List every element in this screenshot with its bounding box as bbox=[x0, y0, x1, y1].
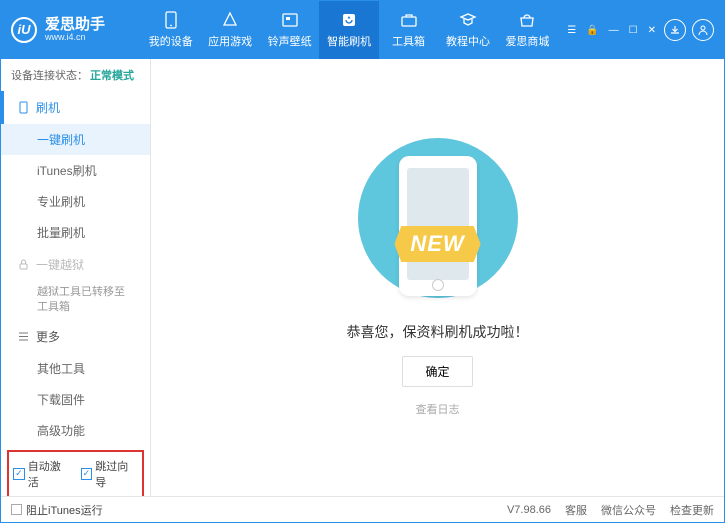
download-button[interactable] bbox=[664, 19, 686, 41]
sidebar: 设备连接状态： 正常模式 刷机 一键刷机 iTunes刷机 专业刷机 批量刷机 … bbox=[1, 59, 151, 496]
tutorial-icon bbox=[459, 11, 477, 29]
connection-label: 设备连接状态： bbox=[11, 67, 88, 83]
nav-toolbox[interactable]: 工具箱 bbox=[379, 1, 438, 59]
app-url: www.i4.cn bbox=[45, 33, 105, 43]
sidebar-item-itunes-flash[interactable]: iTunes刷机 bbox=[1, 155, 150, 186]
nav-my-device[interactable]: 我的设备 bbox=[141, 1, 200, 59]
wechat-link[interactable]: 微信公众号 bbox=[601, 502, 656, 518]
nav-label: 铃声壁纸 bbox=[268, 33, 312, 49]
nav-store[interactable]: 爱思商城 bbox=[498, 1, 557, 59]
section-label: 刷机 bbox=[36, 99, 60, 116]
maximize-button[interactable]: ☐ bbox=[627, 23, 640, 38]
lock-icon[interactable]: 🔒 bbox=[584, 23, 600, 38]
app-title: 爱思助手 bbox=[45, 17, 105, 34]
nav-apps-games[interactable]: 应用游戏 bbox=[200, 1, 259, 59]
checkbox-label: 跳过向导 bbox=[95, 458, 138, 490]
section-label: 一键越狱 bbox=[36, 256, 84, 273]
jailbreak-note: 越狱工具已转移至 工具箱 bbox=[1, 281, 150, 320]
device-icon bbox=[162, 11, 180, 29]
new-banner: NEW bbox=[394, 226, 480, 262]
app-window: iU 爱思助手 www.i4.cn 我的设备 应用游戏 铃声壁纸 智能刷机 bbox=[0, 0, 725, 523]
nav-label: 我的设备 bbox=[149, 33, 193, 49]
nav-label: 教程中心 bbox=[446, 33, 490, 49]
sidebar-section-jailbreak: 一键越狱 bbox=[1, 248, 150, 281]
nav-ringtone-wallpaper[interactable]: 铃声壁纸 bbox=[260, 1, 319, 59]
body: 设备连接状态： 正常模式 刷机 一键刷机 iTunes刷机 专业刷机 批量刷机 … bbox=[1, 59, 724, 496]
download-icon bbox=[669, 24, 681, 36]
user-button[interactable] bbox=[692, 19, 714, 41]
connection-mode: 正常模式 bbox=[90, 67, 134, 83]
flash-icon bbox=[340, 11, 358, 29]
apps-icon bbox=[221, 11, 239, 29]
check-update-link[interactable]: 检查更新 bbox=[670, 502, 714, 518]
more-icon bbox=[17, 330, 30, 343]
checkbox-label: 自动激活 bbox=[28, 458, 71, 490]
user-icon bbox=[697, 24, 709, 36]
phone-icon bbox=[17, 101, 30, 114]
main-area: NEW 恭喜您，保资料刷机成功啦！ 确定 查看日志 bbox=[151, 59, 724, 496]
toolbox-icon bbox=[400, 11, 418, 29]
confirm-button[interactable]: 确定 bbox=[402, 356, 472, 387]
sidebar-item-batch-flash[interactable]: 批量刷机 bbox=[1, 217, 150, 248]
store-icon bbox=[518, 11, 536, 29]
sidebar-item-advanced[interactable]: 高级功能 bbox=[1, 415, 150, 446]
phone-illustration: NEW bbox=[358, 138, 518, 308]
nav-label: 智能刷机 bbox=[327, 33, 371, 49]
sidebar-section-more[interactable]: 更多 bbox=[1, 320, 150, 353]
wallpaper-icon bbox=[281, 11, 299, 29]
checkbox-label: 阻止iTunes运行 bbox=[26, 502, 103, 518]
statusbar: 阻止iTunes运行 V7.98.66 客服 微信公众号 检查更新 bbox=[1, 496, 724, 522]
section-label: 更多 bbox=[36, 328, 60, 345]
checkbox-icon: ✓ bbox=[81, 468, 93, 480]
sidebar-item-oneclick-flash[interactable]: 一键刷机 bbox=[1, 124, 150, 155]
sidebar-item-pro-flash[interactable]: 专业刷机 bbox=[1, 186, 150, 217]
view-log-link[interactable]: 查看日志 bbox=[416, 401, 460, 417]
checkbox-icon bbox=[11, 504, 22, 515]
success-panel: NEW 恭喜您，保资料刷机成功啦！ 确定 查看日志 bbox=[151, 59, 724, 496]
sidebar-item-download-firmware[interactable]: 下载固件 bbox=[1, 384, 150, 415]
support-link[interactable]: 客服 bbox=[565, 502, 587, 518]
options-highlight: ✓ 自动激活 ✓ 跳过向导 bbox=[7, 450, 144, 496]
checkbox-auto-activate[interactable]: ✓ 自动激活 bbox=[13, 458, 71, 490]
lock-icon bbox=[17, 258, 30, 271]
top-nav: 我的设备 应用游戏 铃声壁纸 智能刷机 工具箱 教程中心 bbox=[141, 1, 557, 59]
sidebar-section-flash[interactable]: 刷机 bbox=[1, 91, 150, 124]
nav-label: 工具箱 bbox=[392, 33, 425, 49]
connection-status: 设备连接状态： 正常模式 bbox=[1, 59, 150, 91]
logo-icon: iU bbox=[11, 17, 37, 43]
titlebar: iU 爱思助手 www.i4.cn 我的设备 应用游戏 铃声壁纸 智能刷机 bbox=[1, 1, 724, 59]
nav-label: 爱思商城 bbox=[505, 33, 549, 49]
minimize-button[interactable]: — bbox=[607, 23, 621, 38]
checkbox-icon: ✓ bbox=[13, 468, 25, 480]
checkbox-block-itunes[interactable]: 阻止iTunes运行 bbox=[11, 502, 103, 518]
nav-tutorials[interactable]: 教程中心 bbox=[438, 1, 497, 59]
sidebar-item-other-tools[interactable]: 其他工具 bbox=[1, 353, 150, 384]
logo-area: iU 爱思助手 www.i4.cn bbox=[11, 17, 141, 43]
version-text: V7.98.66 bbox=[507, 504, 551, 516]
window-controls: ☰ 🔒 — ☐ ✕ bbox=[565, 23, 658, 38]
nav-smart-flash[interactable]: 智能刷机 bbox=[319, 1, 378, 59]
checkbox-skip-guide[interactable]: ✓ 跳过向导 bbox=[81, 458, 139, 490]
success-message: 恭喜您，保资料刷机成功啦！ bbox=[347, 322, 529, 342]
close-button[interactable]: ✕ bbox=[646, 23, 658, 38]
nav-label: 应用游戏 bbox=[208, 33, 252, 49]
menu-icon[interactable]: ☰ bbox=[565, 23, 578, 38]
